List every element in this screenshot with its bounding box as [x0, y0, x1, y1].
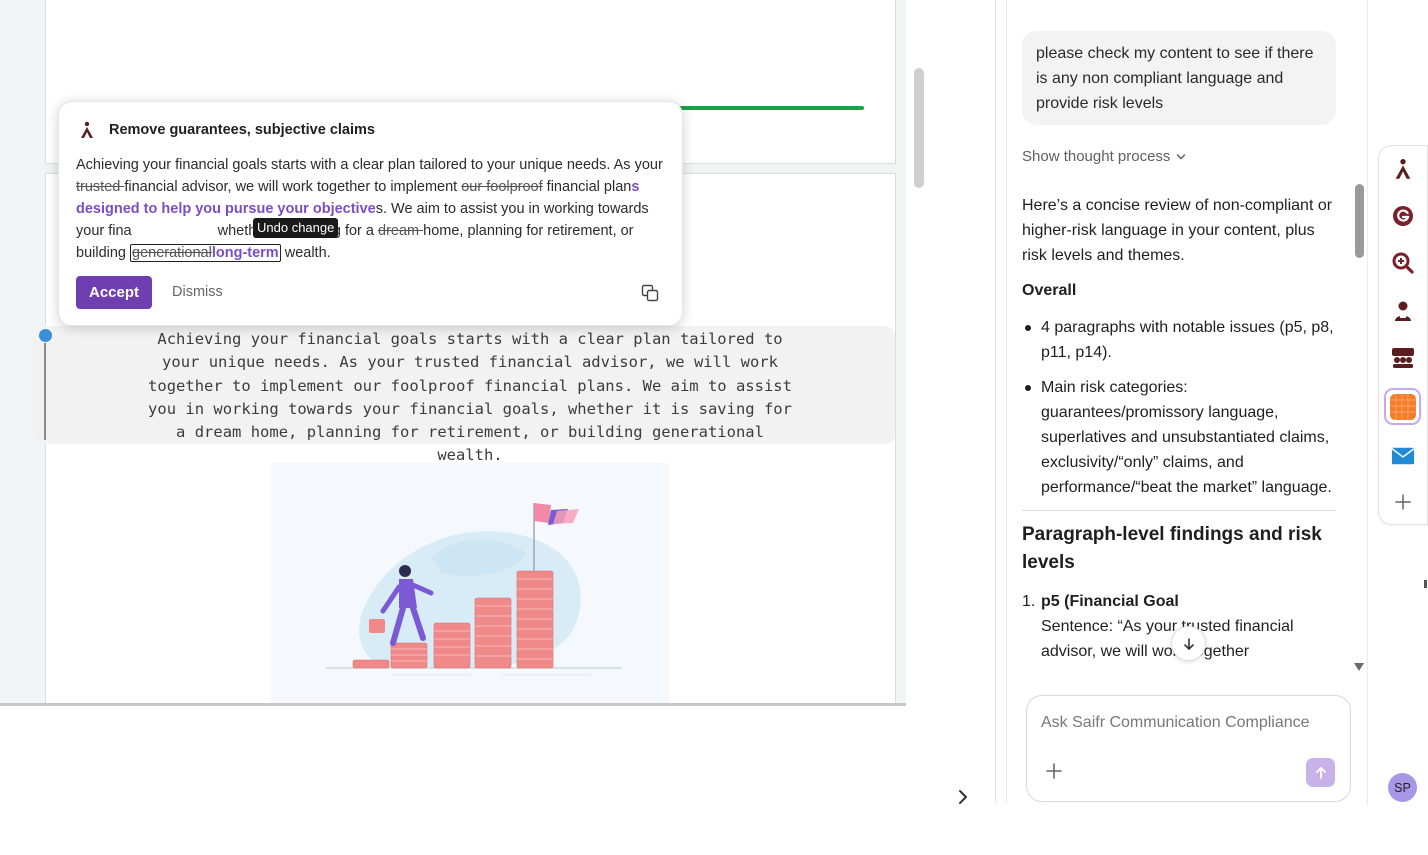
mail-icon[interactable] — [1391, 444, 1415, 468]
overall-heading: Overall — [1022, 282, 1077, 299]
finding-title: p5 (Financial Goal — [1041, 593, 1179, 610]
finding-sentence: Sentence: “As your trusted financial adv… — [1041, 618, 1294, 660]
add-icon[interactable] — [1391, 490, 1415, 514]
suggestion-text: wealth. — [280, 245, 331, 261]
show-thought-process-toggle[interactable]: Show thought process — [1022, 148, 1186, 165]
dismiss-button[interactable]: Dismiss — [172, 284, 223, 300]
deleted-text: generational — [132, 245, 212, 261]
illustration-svg — [326, 503, 621, 676]
chat-input[interactable] — [1041, 710, 1331, 736]
document-scrollbar-thumb[interactable] — [914, 68, 924, 188]
show-thought-label: Show thought process — [1022, 148, 1171, 165]
document-paragraph[interactable]: Achieving your financial goals starts wi… — [140, 328, 800, 468]
suggestion-title: Remove guarantees, subjective claims — [109, 122, 375, 138]
paragraph-marker-line — [44, 343, 46, 440]
scroll-to-bottom-button[interactable] — [1171, 626, 1206, 661]
chat-scrollbar-thumb[interactable] — [1355, 184, 1364, 258]
apps-sidebar — [1378, 145, 1428, 525]
assistant-response: Here’s a concise review of non-compliant… — [1022, 193, 1340, 668]
accept-button[interactable]: Accept — [76, 276, 152, 309]
user-avatar[interactable]: SP — [1388, 773, 1417, 802]
arrow-up-icon — [1315, 766, 1326, 779]
panel-divider[interactable] — [995, 0, 996, 803]
suggestion-text: financial plan — [542, 179, 632, 195]
user-message-bubble: please check my content to see if there … — [1022, 31, 1336, 125]
list-item: Main risk categories: guarantees/promiss… — [1022, 375, 1340, 500]
send-button[interactable] — [1306, 758, 1335, 787]
finding-number: 1. — [1022, 593, 1036, 610]
overall-bullet-list: 4 paragraphs with notable issues (p5, p8… — [1022, 315, 1340, 500]
add-attachment-icon[interactable] — [1045, 762, 1063, 780]
saifr-logo-icon — [81, 121, 93, 138]
grammarly-icon[interactable] — [1391, 204, 1415, 228]
section-divider — [1022, 510, 1336, 511]
document-canvas[interactable]: Achieving your financial goals starts wi… — [0, 0, 906, 706]
chevron-right-icon[interactable] — [955, 788, 971, 806]
saifr-icon[interactable] — [1391, 157, 1415, 181]
response-intro: Here’s a concise review of non-compliant… — [1022, 197, 1333, 264]
scroll-down-arrow-icon[interactable] — [1353, 662, 1365, 672]
chat-input-box — [1026, 695, 1351, 802]
deleted-text: our foolproof — [461, 179, 543, 195]
arrow-down-icon — [1183, 637, 1194, 650]
chevron-down-icon — [1177, 153, 1186, 160]
paragraph-marker-dot[interactable] — [39, 329, 52, 342]
deleted-text: trusted — [76, 179, 125, 195]
list-item: 4 paragraphs with notable issues (p5, p8… — [1022, 315, 1340, 365]
copy-icon[interactable] — [641, 284, 659, 302]
undo-change-tooltip: Undo change — [253, 218, 339, 238]
undoable-change[interactable]: generationallong-term — [130, 244, 281, 262]
zoom-search-icon[interactable] — [1391, 251, 1415, 275]
suggestion-body: Achieving your financial goals starts wi… — [76, 154, 676, 264]
suggestion-popup: Remove guarantees, subjective claims Ach… — [58, 101, 683, 326]
inserted-text: long-term — [211, 245, 279, 261]
findings-heading: Paragraph-level findings and risk levels — [1022, 524, 1322, 573]
app-root: Achieving your financial goals starts wi… — [0, 0, 1428, 855]
suggestion-text: financial advisor, we will work together… — [124, 179, 462, 195]
deleted-text: dream — [378, 223, 424, 239]
person-icon[interactable] — [1391, 299, 1415, 323]
financial-goals-illustration — [271, 463, 669, 703]
edge-marker — [1424, 580, 1427, 588]
suggestion-text: Achieving your financial goals starts wi… — [76, 157, 663, 173]
team-icon[interactable] — [1391, 346, 1415, 370]
orange-app-icon[interactable] — [1384, 388, 1421, 425]
